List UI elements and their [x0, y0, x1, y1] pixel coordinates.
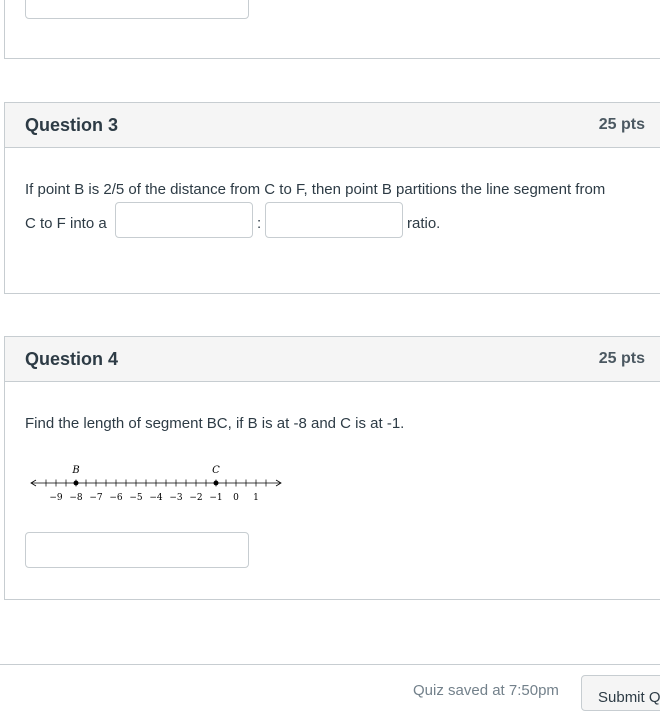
question-4-answer-input[interactable]	[25, 532, 249, 568]
previous-question-box	[4, 0, 660, 59]
question-4-title: Question 4	[25, 349, 119, 369]
point-c-marker	[213, 480, 219, 486]
number-line-tick-label: −2	[189, 493, 202, 503]
number-line: −9 −8 −7 −6 −5 −4 −3 −2 −1 0 1 B C	[30, 465, 282, 503]
question-3-box: Question 3 25 pts If point B is 2/5 of t…	[4, 102, 660, 294]
question-4-points: 25 pts	[598, 350, 645, 367]
ratio-separator: :	[257, 215, 262, 232]
number-line-tick-label: −3	[169, 493, 183, 503]
question-3-title: Question 3	[25, 115, 119, 135]
ratio-second-input[interactable]	[265, 202, 403, 238]
point-b-label: B	[71, 465, 79, 476]
point-c-label: C	[212, 465, 220, 476]
point-b-marker	[73, 480, 79, 486]
ratio-first-input[interactable]	[115, 202, 253, 238]
number-line-tick-label: −8	[69, 493, 83, 503]
quiz-saved-status: Quiz saved at 7:50pm	[413, 682, 559, 699]
question-3-text-prefix: C to F into a	[25, 215, 107, 232]
submit-quiz-button[interactable]: Submit Quiz	[581, 675, 660, 711]
number-line-tick-label: −1	[209, 493, 222, 503]
number-line-tick-label: −9	[49, 493, 63, 503]
question-3-text-suffix: ratio.	[407, 215, 441, 232]
number-line-tick-label: −4	[149, 493, 163, 503]
question-3-header: Question 3 25 pts	[5, 103, 660, 148]
footer-divider	[0, 664, 660, 665]
number-line-tick-label: 1	[253, 493, 259, 503]
question-4-header: Question 4 25 pts	[5, 337, 660, 382]
question-4-box: Question 4 25 pts Find the length of seg…	[4, 336, 660, 600]
question-3-points: 25 pts	[598, 116, 645, 133]
previous-answer-input[interactable]	[25, 0, 249, 19]
number-line-tick-label: 0	[233, 493, 239, 503]
number-line-tick-label: −6	[109, 493, 123, 503]
number-line-tick-label: −5	[129, 493, 143, 503]
number-line-tick-label: −7	[89, 493, 103, 503]
question-3-text-line1: If point B is 2/5 of the distance from C…	[25, 181, 606, 198]
question-4-text: Find the length of segment BC, if B is a…	[25, 415, 405, 432]
